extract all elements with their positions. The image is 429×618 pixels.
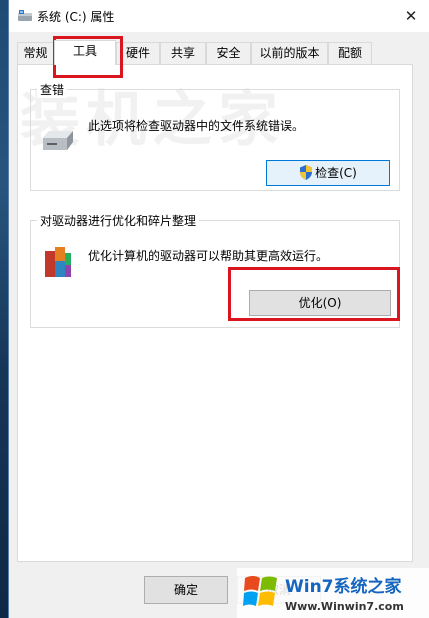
win7-logo: Win7系统之家 Www.Winwin7.com bbox=[237, 568, 429, 618]
tab-previous-versions[interactable]: 以前的版本 bbox=[251, 42, 328, 64]
title-bar: 系统 (C:) 属性 ✕ bbox=[9, 0, 429, 32]
properties-window: 系统 (C:) 属性 ✕ 常规 工具 硬件 共享 安全 以前的版本 配额 装机之… bbox=[8, 0, 429, 618]
tab-tools[interactable]: 工具 bbox=[54, 40, 116, 65]
window-title: 系统 (C:) 属性 bbox=[37, 10, 115, 24]
optimize-group: 对驱动器进行优化和碎片整理 优化计算机的驱动器可以帮助其更高效运行。 优化(O) bbox=[30, 212, 400, 328]
optimize-description: 优化计算机的驱动器可以帮助其更高效运行。 bbox=[88, 249, 329, 263]
desktop-background bbox=[0, 0, 8, 618]
tab-strip: 常规 工具 硬件 共享 安全 以前的版本 配额 bbox=[9, 40, 429, 65]
optimize-button[interactable]: 优化(O) bbox=[249, 290, 391, 316]
error-checking-title: 查错 bbox=[37, 81, 68, 98]
defrag-icon bbox=[45, 247, 71, 277]
check-button-label: 检查(C) bbox=[315, 166, 357, 180]
optimize-group-title: 对驱动器进行优化和碎片整理 bbox=[37, 212, 200, 229]
tab-sharing[interactable]: 共享 bbox=[160, 42, 206, 64]
drive-icon bbox=[18, 10, 32, 21]
tab-general[interactable]: 常规 bbox=[17, 42, 54, 64]
logo-brand-text: Win7系统之家 bbox=[285, 576, 402, 597]
error-checking-group: 查错 此选项将检查驱动器中的文件系统错误。 检查(C) bbox=[30, 81, 400, 191]
tab-security[interactable]: 安全 bbox=[206, 42, 251, 64]
tab-hardware[interactable]: 硬件 bbox=[116, 42, 160, 64]
check-button[interactable]: 检查(C) bbox=[266, 160, 390, 186]
close-button[interactable]: ✕ bbox=[400, 6, 422, 26]
logo-url-text: Www.Winwin7.com bbox=[285, 600, 404, 613]
uac-shield-icon bbox=[300, 165, 313, 180]
tools-panel: 装机之家 查错 此选项将检查驱动器中的文件系统错误。 检查(C) 对驱动器进行优… bbox=[17, 64, 413, 562]
ok-button[interactable]: 确定 bbox=[144, 576, 228, 604]
hard-drive-icon bbox=[43, 131, 73, 150]
tab-quota[interactable]: 配额 bbox=[328, 42, 372, 64]
error-checking-description: 此选项将检查驱动器中的文件系统错误。 bbox=[88, 119, 305, 133]
